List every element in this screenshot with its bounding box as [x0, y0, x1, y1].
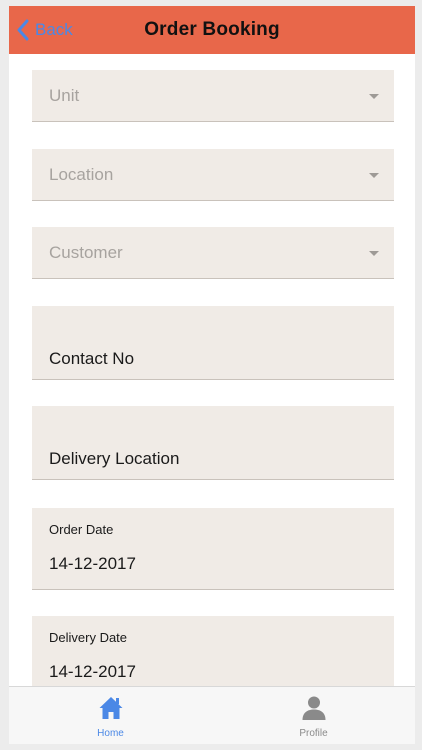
tab-home-label: Home: [97, 728, 124, 739]
dropdown-arrow-icon: [369, 250, 379, 256]
delivery-date-value: 14-12-2017: [49, 662, 136, 681]
order-date-label: Order Date: [49, 522, 114, 537]
page-title: Order Booking: [144, 19, 280, 40]
person-icon: [301, 695, 327, 721]
tab-bar: Home Profile: [9, 686, 415, 744]
location-placeholder: Location: [49, 164, 114, 184]
unit-select[interactable]: Unit: [32, 70, 394, 122]
dropdown-arrow-icon: [369, 93, 379, 99]
customer-select[interactable]: Customer: [32, 227, 394, 279]
app-screen: Back Order Booking Unit Location Custome…: [9, 6, 415, 744]
dropdown-arrow-icon: [369, 172, 379, 178]
order-date-value: 14-12-2017: [49, 554, 136, 573]
home-icon: [98, 695, 124, 721]
customer-placeholder: Customer: [49, 242, 123, 262]
tab-home[interactable]: Home: [9, 687, 212, 744]
delivery-location-field[interactable]: Delivery Location: [32, 406, 394, 480]
contact-no-text: Contact No: [49, 349, 135, 368]
delivery-date-field[interactable]: Delivery Date 14-12-2017: [32, 616, 394, 686]
navigation-bar: Back Order Booking: [9, 6, 415, 54]
tab-profile[interactable]: Profile: [212, 687, 415, 744]
contact-no-field[interactable]: Contact No: [32, 306, 394, 380]
tab-profile-label: Profile: [299, 728, 328, 739]
delivery-date-label: Delivery Date: [49, 630, 128, 645]
order-form: Unit Location Customer Contact No Delive…: [9, 54, 415, 686]
unit-placeholder: Unit: [49, 85, 80, 105]
order-date-field[interactable]: Order Date 14-12-2017: [32, 508, 394, 590]
delivery-location-text: Delivery Location: [49, 449, 180, 468]
location-select[interactable]: Location: [32, 149, 394, 201]
